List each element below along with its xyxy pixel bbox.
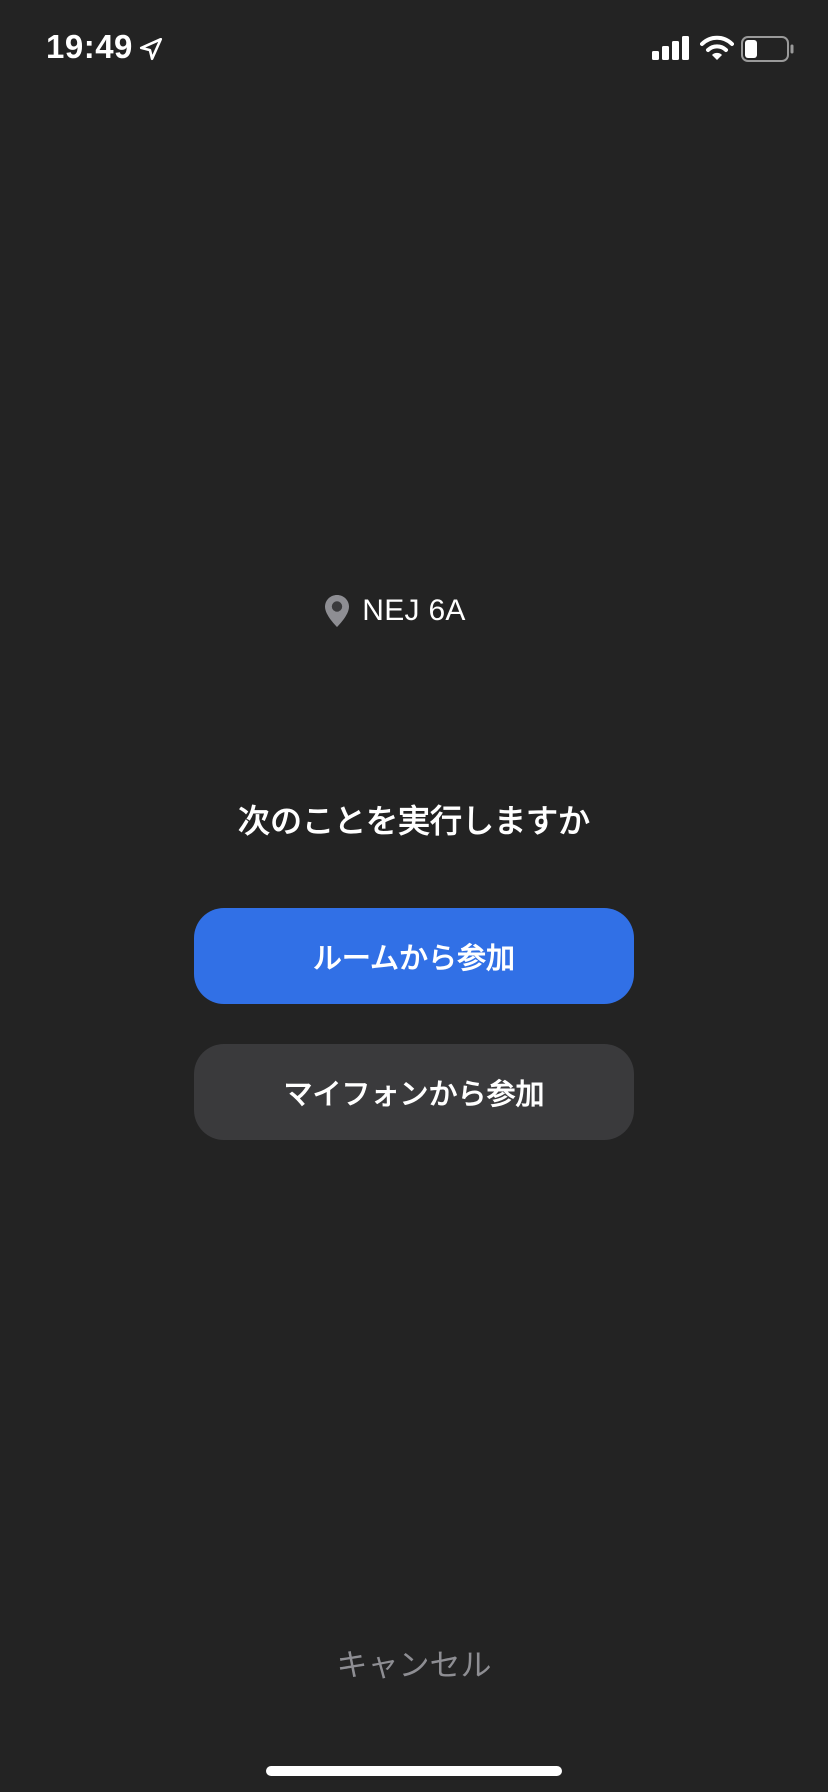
home-indicator[interactable] [266, 1766, 562, 1776]
join-from-phone-button[interactable]: マイフォンから参加 [194, 1044, 634, 1140]
wifi-icon [700, 35, 734, 60]
prompt-question: 次のことを実行しますか [237, 802, 590, 840]
battery-icon [741, 36, 794, 62]
cancel-button[interactable]: キャンセル [0, 1640, 828, 1685]
join-from-room-button[interactable]: ルームから参加 [194, 908, 634, 1004]
status-bar: 19:49 [0, 0, 828, 100]
cellular-signal-icon [652, 36, 689, 60]
location-arrow-icon [139, 37, 163, 61]
room-name: NEJ 6A [362, 594, 466, 627]
map-pin-icon [325, 595, 350, 627]
join-options-screen: 19:49 NEJ 6A 次のことを実行しますか ルームから参加 マイフォンから… [0, 0, 828, 1792]
status-time: 19:49 [46, 28, 133, 65]
room-location: NEJ 6A [0, 594, 809, 628]
